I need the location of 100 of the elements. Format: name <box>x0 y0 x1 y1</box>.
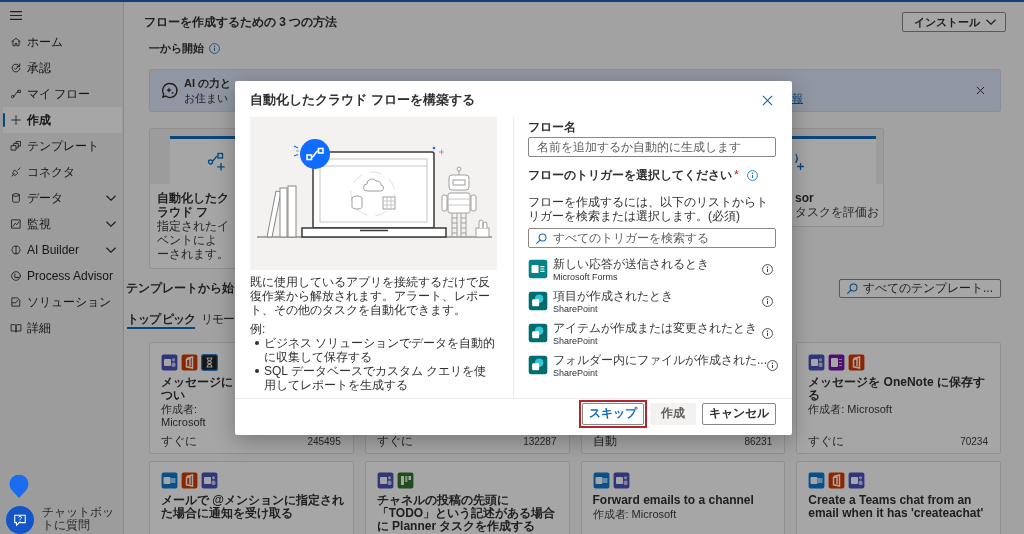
app-icon <box>528 355 548 375</box>
app-icon <box>592 472 610 489</box>
template-title: Forward emails to a channel <box>592 494 754 507</box>
dialog-button[interactable]: スキップ <box>582 402 644 425</box>
chart-icon <box>10 218 22 230</box>
app-icon <box>808 472 826 489</box>
app-icon <box>396 472 414 489</box>
nav-item[interactable]: Process Advisor <box>3 263 122 289</box>
template-author: 作成者: Microsoft <box>808 403 892 416</box>
template-card[interactable]: Create a Teams chat from an email when it has 'createachat' <box>796 461 1001 534</box>
card-description: タスクを評価お <box>795 205 880 219</box>
card-description: ーされます。 <box>157 247 230 261</box>
app-icon <box>161 472 178 489</box>
connector-name: SharePoint <box>553 367 598 378</box>
nav-item[interactable]: 承認 <box>3 55 122 81</box>
trigger-type: 自動 <box>592 435 617 448</box>
plus-icon <box>10 114 22 126</box>
nav-item[interactable]: 詳細 <box>3 315 122 341</box>
template-title: Create a Teams chat from an email when it has 'createachat' <box>808 494 985 520</box>
template-author: 作成者: Microsoft <box>592 508 677 521</box>
info-icon[interactable] <box>762 327 773 339</box>
card-title: 自動化したクラウド フ <box>157 191 230 219</box>
arc-plus-icon <box>795 152 805 171</box>
template-title: メッセージを OneNote に保存する <box>808 376 986 402</box>
trigger-type: すぐに <box>376 435 413 448</box>
template-card[interactable]: Forward emails to a channel 作成者: Microsoft <box>580 461 786 534</box>
nav-item[interactable]: AI Builder <box>3 237 122 263</box>
app-icon <box>181 472 198 489</box>
nav-item[interactable]: ホーム <box>3 29 122 55</box>
flow-name-input[interactable]: 名前を追加するか自動的に生成します <box>528 137 776 157</box>
trigger-option[interactable]: アイテムが作成または変更されたとき <box>553 320 757 336</box>
app-icon <box>848 472 866 489</box>
app-icon <box>201 354 218 371</box>
close-icon[interactable] <box>976 86 985 95</box>
nav-item[interactable]: コネクタ <box>3 159 122 185</box>
install-button[interactable]: インストール <box>902 12 1006 32</box>
search-icon <box>847 283 858 294</box>
app-icon <box>201 472 218 489</box>
menu-icon[interactable] <box>10 11 22 20</box>
info-icon[interactable] <box>762 295 773 307</box>
tab[interactable]: リモー <box>201 311 235 329</box>
app-icon <box>828 354 846 371</box>
info-icon[interactable] <box>762 263 773 275</box>
connector-name: SharePoint <box>553 303 598 314</box>
run-count: 86231 <box>744 435 773 448</box>
app-icon <box>528 323 548 343</box>
examples-label: 例: <box>250 322 266 336</box>
banner-subtitle: お住まい <box>184 90 228 106</box>
card-description: 指定されたイベントによ <box>157 219 230 247</box>
nav-item[interactable]: マイ フロー <box>3 81 122 107</box>
page-title: フローを作成するための 3 つの方法 <box>144 13 338 31</box>
home-icon <box>10 36 22 48</box>
connector-name: Microsoft Forms <box>553 271 618 282</box>
bullet-icon <box>255 341 259 345</box>
template-card[interactable]: チャネルの投稿の先頭に「TODO」という記述がある場合に Planner タスクを作成する <box>364 461 570 534</box>
plug-icon <box>10 166 22 178</box>
search-templates-button[interactable]: すべてのテンプレート... <box>839 279 1001 298</box>
app-icon <box>612 472 630 489</box>
template-card[interactable]: メールで @メンションに指定された場合に通知を受け取る <box>149 461 354 534</box>
dialog-title: 自動化したクラウド フローを構築する <box>250 91 475 109</box>
run-count: 70234 <box>960 435 988 448</box>
chat-bubble-icon <box>13 513 27 527</box>
info-icon[interactable] <box>767 359 778 371</box>
search-icon <box>536 233 547 244</box>
nav-item[interactable]: データ <box>3 185 122 211</box>
tab[interactable]: トップ ピック <box>127 311 196 329</box>
clock-icon <box>10 270 22 282</box>
app-icon <box>848 354 866 371</box>
template-card[interactable]: メッセージを OneNote に保存する 作成者: Microsoft すぐに 70234 <box>796 342 1001 454</box>
trigger-option[interactable]: 新しい応答が送信されるとき <box>553 256 709 272</box>
circular-arrow-icon <box>10 62 22 74</box>
template-author: 作成者: Microsoft <box>161 403 207 429</box>
run-count: 132287 <box>523 435 557 448</box>
app-icon <box>528 291 548 311</box>
nav-item[interactable]: 作成 <box>3 107 122 133</box>
app-icon <box>376 472 394 489</box>
description-text: 既に使用しているアプリを接続するだけで反復作業から解放されます。アラート、レポート、その他のタスクを自動化できます。 <box>250 275 491 317</box>
trigger-option[interactable]: 項目が作成されたとき <box>553 288 673 304</box>
flow-plus-icon <box>207 152 225 171</box>
template-title: メッセージについ <box>161 376 234 402</box>
stacked-squares-icon <box>10 140 22 152</box>
info-icon[interactable] <box>746 169 758 181</box>
trigger-type: すぐに <box>161 435 197 448</box>
card-title: sor <box>795 191 815 205</box>
app-icon <box>161 354 178 371</box>
app-icon <box>181 354 198 371</box>
nav-item[interactable]: 監視 <box>3 211 122 237</box>
dialog-button[interactable]: キャンセル <box>702 402 776 425</box>
app-icon <box>528 259 548 279</box>
marker-icon <box>9 475 29 498</box>
banner-title: AI の力と <box>184 75 233 91</box>
nav-item[interactable]: ソリューション <box>3 289 122 315</box>
template-title: チャネルの投稿の先頭に「TODO」という記述がある場合に Planner タスクを作成する <box>376 494 557 533</box>
trigger-option[interactable]: フォルダー内にファイルが作成された... <box>553 352 767 368</box>
app-icon <box>828 472 846 489</box>
run-count: 245495 <box>307 435 341 448</box>
trigger-search-field[interactable]: すべてのトリガーを検索する <box>528 228 776 248</box>
trigger-type: すぐに <box>808 435 845 448</box>
nav-item[interactable]: テンプレート <box>3 133 122 159</box>
close-icon[interactable] <box>762 94 773 106</box>
